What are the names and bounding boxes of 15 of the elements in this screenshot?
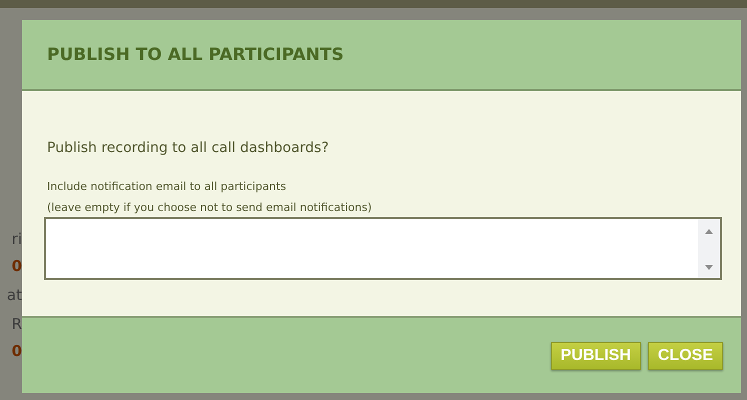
- scrollbar[interactable]: [698, 219, 720, 278]
- scroll-down-icon[interactable]: [705, 265, 713, 270]
- email-field[interactable]: [44, 217, 722, 280]
- field-label: Include notification email to all participants: [47, 180, 288, 194]
- count-text: 0: [10, 259, 22, 274]
- label-text: R: [10, 317, 22, 332]
- field-hint: (leave empty if you choose not to send email notifications): [47, 201, 373, 215]
- label-text: ri: [10, 232, 22, 247]
- publish-button[interactable]: PUBLISH: [550, 342, 641, 370]
- count-text: 0: [10, 344, 22, 359]
- dialog-title: PUBLISH TO ALL PARTICIPANTS: [47, 44, 344, 64]
- question-text: Publish recording to all call dashboards?: [47, 140, 330, 156]
- close-button[interactable]: CLOSE: [648, 342, 723, 370]
- scroll-up-icon[interactable]: [705, 229, 713, 234]
- label-text: at: [6, 288, 22, 303]
